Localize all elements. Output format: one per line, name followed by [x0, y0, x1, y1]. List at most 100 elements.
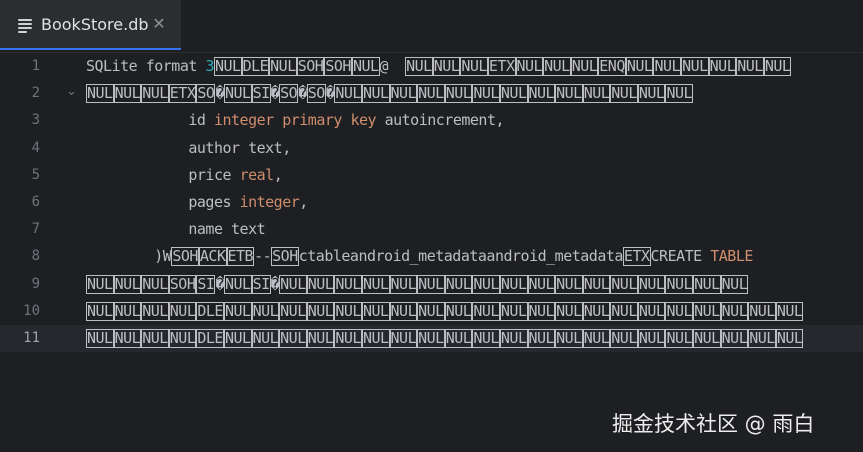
keyword-token: real [239, 165, 275, 184]
code-line[interactable]: 8 )WSOH ACK ETB--SOHctableandroid_metadata… [0, 243, 863, 270]
control-char-badge: NUL [472, 84, 500, 104]
control-char-badge: NUL [432, 57, 461, 76]
code-line[interactable]: 3 id integer primary key autoincrement, [0, 107, 863, 134]
control-char-badge: NUL [361, 84, 390, 104]
control-char-badge: NUL [141, 84, 169, 104]
text-token: CREATE [650, 247, 711, 266]
control-char-badge: NUL [499, 84, 528, 104]
tab-bookstore-db[interactable]: BookStore.db ✕ [0, 0, 181, 50]
control-char-badge: SI [251, 274, 271, 294]
control-char-badge: NUL [279, 301, 307, 321]
control-char-badge: ETB [226, 247, 255, 267]
code-line[interactable]: 5 price real, [0, 162, 863, 189]
code-text: price real, [86, 166, 282, 184]
control-char-badge: SOH [271, 247, 299, 267]
control-char-badge: NUL [141, 329, 169, 348]
text-token: SQLite format [86, 57, 206, 75]
control-char-badge: NUL [665, 84, 694, 104]
control-char-badge: NUL [763, 57, 792, 76]
keyword-token: integer [239, 193, 300, 211]
control-char-badge: NUL [665, 301, 694, 321]
code-line[interactable]: 7 name text [0, 216, 863, 243]
control-char-badge: NUL [279, 329, 307, 348]
text-token: name text [86, 220, 266, 239]
text-token: pages [86, 193, 240, 211]
control-char-badge: DLE [196, 329, 224, 348]
control-char-badge: NUL [141, 274, 169, 294]
control-char-badge: NUL [361, 274, 390, 294]
code-text: )WSOH ACK ETB--SOHctableandroid_metadataan… [86, 247, 753, 267]
text-token: author text, [86, 138, 291, 157]
control-char-badge: NUL [681, 57, 709, 76]
line-number: 5 [31, 166, 40, 183]
control-char-badge: NUL [582, 84, 611, 104]
line-number: 8 [31, 248, 40, 265]
control-char-badge: SO [196, 84, 216, 104]
code-line[interactable]: 11 NUL NUL NUL NUL DLE NUL NUL NUL NUL NUL NUL NUL NU… [0, 325, 863, 352]
watermark: 掘金技术社区 @ 雨白 [612, 412, 815, 436]
code-line[interactable]: 9 NUL NUL NUL SOH SI�NUL SI�NUL NUL NUL NUL NUL NUL… [0, 271, 863, 298]
control-char-badge: NUL [555, 274, 583, 294]
control-char-badge: NUL [736, 57, 764, 76]
control-char-badge: NUL [708, 57, 737, 76]
chevron-down-icon[interactable]: ⌄ [66, 84, 77, 99]
keyword-token: TABLE [710, 247, 753, 266]
control-char-badge: SI [251, 84, 271, 104]
control-char-badge: NUL [334, 301, 362, 321]
control-char-badge: NUL [499, 329, 528, 348]
control-char-badge: NUL [625, 57, 654, 76]
control-char-badge: NUL [665, 329, 694, 348]
control-char-badge: SOH [171, 247, 199, 267]
control-char-badge: NUL [748, 329, 776, 348]
control-char-badge: NUL [444, 301, 473, 321]
control-char-badge: NUL [306, 274, 335, 294]
code-line[interactable]: 2 ⌄ NUL NUL NUL ETX SO�NUL SI�SO�SO�NUL NUL NUL NU… [0, 80, 863, 107]
control-char-badge: NUL [86, 84, 114, 104]
text-token: , [299, 193, 308, 211]
control-char-badge: NUL [720, 301, 749, 321]
control-char-badge: NUL [444, 84, 473, 104]
code-editor[interactable]: 1 SQLite format 3NUL DLE NUL SOH SOH NUL@ NUL N… [0, 53, 863, 452]
control-char-badge: NUL [223, 301, 252, 321]
control-char-badge: NUL [389, 301, 418, 321]
line-number: 2 [31, 85, 40, 102]
control-char-badge: ACK [198, 247, 227, 267]
code-line[interactable]: 10 NUL NUL NUL NUL DLE NUL NUL NUL NUL NUL NUL NUL NU… [0, 298, 863, 325]
control-char-badge: NUL [720, 274, 749, 294]
text-token: � [270, 84, 280, 103]
control-char-badge: NUL [653, 57, 682, 76]
code-line[interactable]: 6 pages integer, [0, 189, 863, 216]
control-char-badge: NUL [334, 329, 362, 348]
control-char-badge: NUL [665, 274, 694, 294]
control-char-badge: NUL [472, 301, 500, 321]
control-char-badge: NUL [582, 274, 611, 294]
control-char-badge: NUL [113, 329, 142, 348]
control-char-badge: NUL [582, 329, 611, 348]
control-char-badge: NUL [637, 301, 666, 321]
code-text: NUL NUL NUL NUL DLE NUL NUL NUL NUL NUL NUL NUL NUL N… [86, 329, 804, 348]
code-line[interactable]: 4 author text, [0, 135, 863, 162]
text-token: )W [86, 247, 172, 266]
control-char-badge: NUL [251, 301, 280, 321]
tab-title: BookStore.db [41, 15, 149, 34]
control-char-badge: NUL [251, 329, 280, 348]
close-icon[interactable]: ✕ [150, 15, 168, 33]
line-number: 9 [31, 275, 40, 292]
control-char-badge: NUL [223, 329, 252, 348]
control-char-badge: ENQ [598, 57, 626, 76]
control-char-badge: NUL [334, 84, 362, 104]
control-char-badge: NUL [444, 329, 473, 348]
control-char-badge: NUL [361, 301, 390, 321]
code-line[interactable]: 1 SQLite format 3NUL DLE NUL SOH SOH NUL@ NUL N… [0, 53, 863, 80]
control-char-badge: NUL [417, 274, 445, 294]
control-char-badge: NUL [113, 274, 142, 294]
number-token: 3 [205, 57, 214, 75]
text-token: � [270, 274, 280, 293]
line-number: 7 [31, 221, 40, 238]
control-char-badge: NUL [405, 57, 433, 76]
control-char-badge: SO [279, 84, 299, 104]
control-char-badge: NUL [168, 301, 197, 321]
code-text: pages integer, [86, 193, 308, 211]
control-char-badge: NUL [460, 57, 488, 76]
text-token: ctableandroid_metadataandroid_metadata [298, 247, 624, 266]
